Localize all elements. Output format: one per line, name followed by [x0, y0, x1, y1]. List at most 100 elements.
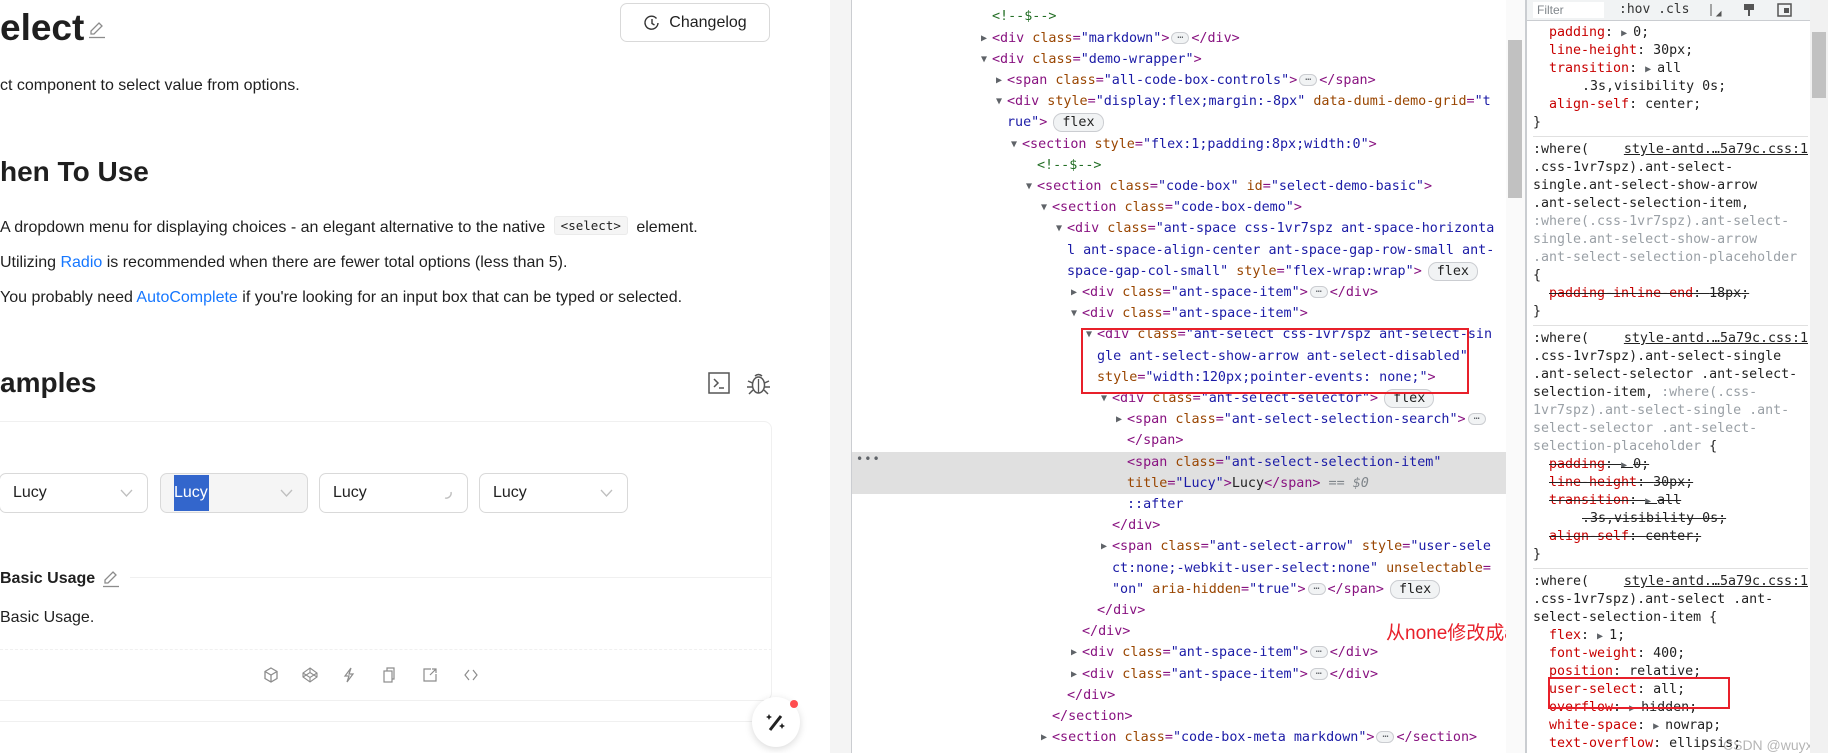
collapse-triangle-icon[interactable]: ▼	[981, 49, 987, 70]
dom-node-line[interactable]: </div>	[852, 685, 1506, 706]
expand-triangle-icon[interactable]: ▶	[1621, 460, 1633, 471]
dom-node-line[interactable]: ▶ <section class="code-box-meta markdown"…	[852, 727, 1506, 748]
external-link-icon[interactable]	[422, 667, 438, 683]
dom-node-line[interactable]: </span>	[852, 430, 1506, 451]
property-value[interactable]: center	[1645, 529, 1693, 544]
css-declaration[interactable]: padding: ▶ 0;	[1533, 456, 1808, 474]
more-actions-icon[interactable]: •••	[856, 449, 881, 470]
property-name[interactable]: align-self	[1549, 97, 1629, 112]
collapse-triangle-icon[interactable]: ▼	[996, 91, 1002, 112]
dom-node-line[interactable]: rue"> flex	[852, 112, 1506, 133]
property-name[interactable]: line-height	[1549, 43, 1637, 58]
dom-node-line[interactable]: ▶ <div class="ant-space-item">… </div>	[852, 664, 1506, 685]
property-value[interactable]: 30px	[1653, 43, 1685, 58]
dom-node-line[interactable]: <!--$-->	[852, 6, 1506, 27]
ellipsis-button[interactable]: …	[1309, 666, 1328, 680]
computed-styles-icon[interactable]	[1741, 3, 1757, 17]
property-value[interactable]: 18px	[1709, 286, 1741, 301]
dom-node-line[interactable]: ▼ <section class="code-box" id="select-de…	[852, 176, 1506, 197]
property-name[interactable]: transition	[1549, 61, 1629, 76]
styles-scrollbar[interactable]	[1810, 0, 1828, 753]
dom-node-line[interactable]: l ant-space-align-center ant-space-gap-r…	[852, 240, 1506, 261]
expand-triangle-icon[interactable]: ▶	[1645, 496, 1657, 507]
dom-node-line[interactable]: ::after	[852, 494, 1506, 515]
autocomplete-link[interactable]: AutoComplete	[136, 289, 237, 306]
property-value[interactable]: 0	[1633, 25, 1641, 40]
flex-badge[interactable]: flex	[1053, 113, 1104, 133]
property-name[interactable]: transition	[1549, 493, 1629, 508]
collapse-triangle-icon[interactable]: ▼	[1056, 218, 1062, 239]
ellipsis-button[interactable]: …	[1467, 412, 1486, 426]
scrollbar-thumb[interactable]	[1812, 32, 1826, 98]
source-link[interactable]: style-antd.…5a79c.css:1	[1624, 330, 1808, 348]
dom-node-line[interactable]: ct:none;-webkit-user-select:none" unsele…	[852, 558, 1506, 579]
terminal-icon[interactable]	[707, 371, 731, 395]
dom-node-line[interactable]: ▼ <div class="demo-wrapper">	[852, 49, 1506, 70]
css-declaration[interactable]: transition: ▶ all	[1533, 492, 1808, 510]
expand-triangle-icon[interactable]: ▶	[1645, 64, 1657, 75]
copy-icon[interactable]	[381, 667, 397, 683]
css-declaration[interactable]: align-self: center;	[1533, 96, 1808, 114]
filter-input[interactable]: Filter	[1533, 2, 1604, 18]
expand-triangle-icon[interactable]: ▶	[1071, 282, 1077, 303]
dom-node-line[interactable]: ▼ <section style="flex:1;padding:8px;widt…	[852, 134, 1506, 155]
property-value[interactable]: 30px	[1653, 475, 1685, 490]
collapse-triangle-icon[interactable]: ▼	[1011, 134, 1017, 155]
collapse-triangle-icon[interactable]: ▼	[1041, 197, 1047, 218]
ellipsis-button[interactable]: …	[1299, 73, 1318, 86]
dom-node-line[interactable]: ••• <span class="ant-select-selection-ite…	[852, 449, 1506, 473]
dom-node-line[interactable]: ▶ <div class="ant-space-item">… </div>	[852, 642, 1506, 663]
dom-node-line[interactable]: space-gap-col-small" style="flex-wrap:wr…	[852, 261, 1506, 282]
collapse-triangle-icon[interactable]: ▼	[1071, 303, 1077, 324]
elements-scrollbar[interactable]	[1506, 0, 1525, 753]
edit-icon[interactable]	[102, 570, 120, 588]
expand-triangle-icon[interactable]: ▶	[981, 28, 987, 49]
property-name[interactable]: font-weight	[1549, 646, 1637, 661]
edit-icon[interactable]	[88, 21, 106, 39]
source-link[interactable]: style-antd.…5a79c.css:1	[1624, 573, 1808, 591]
property-value[interactable]: all	[1657, 493, 1681, 508]
property-value[interactable]: nowrap	[1665, 718, 1713, 733]
source-link[interactable]: style-antd.…5a79c.css:1	[1624, 141, 1808, 159]
expand-triangle-icon[interactable]: ▶	[1071, 642, 1077, 663]
css-declaration[interactable]: transition: ▶ all	[1533, 60, 1808, 78]
ellipsis-button[interactable]: …	[1309, 645, 1328, 659]
expand-triangle-icon[interactable]: ▶	[1101, 536, 1107, 557]
css-declaration[interactable]: white-space: ▶ nowrap;	[1533, 717, 1808, 735]
css-declaration[interactable]: line-height: 30px;	[1533, 474, 1808, 492]
dom-node-line[interactable]: ▶ <span class="ant-select-selection-searc…	[852, 409, 1506, 430]
property-name[interactable]: line-height	[1549, 475, 1637, 490]
ellipsis-button[interactable]: …	[1171, 30, 1190, 44]
flex-badge[interactable]: flex	[1389, 579, 1441, 599]
dom-node-line[interactable]: ▶ <div class="ant-space-item">… </div>	[852, 282, 1506, 303]
dom-node-line[interactable]: </div>	[852, 515, 1506, 536]
expand-triangle-icon[interactable]: ▶	[1071, 664, 1077, 685]
property-name[interactable]: padding-inline-end	[1549, 286, 1693, 301]
expand-triangle-icon[interactable]: ▶	[1041, 727, 1047, 748]
select-loading[interactable]: Lucy	[319, 473, 468, 513]
radio-link[interactable]: Radio	[60, 254, 102, 271]
dom-node-line[interactable]: ▶ <span class="ant-select-arrow" style="u…	[852, 536, 1506, 557]
css-declaration[interactable]: padding: ▶ 0;	[1533, 24, 1808, 42]
select-default[interactable]: Lucy	[0, 473, 148, 513]
dom-node-line[interactable]: "on" aria-hidden="true">… </span> flex	[852, 579, 1506, 600]
expand-triangle-icon[interactable]: ▶	[1597, 631, 1609, 642]
property-value[interactable]: center	[1645, 97, 1693, 112]
changelog-button[interactable]: Changelog	[620, 3, 770, 42]
property-value[interactable]: all	[1657, 61, 1681, 76]
select-default[interactable]: Lucy	[479, 473, 628, 513]
dom-node-line[interactable]: ▼ <section class="code-box-demo">	[852, 197, 1506, 218]
property-value[interactable]: 0	[1633, 457, 1641, 472]
ellipsis-button[interactable]: …	[1376, 730, 1395, 744]
dom-node-line[interactable]: ▶ <div class="markdown">… </div>	[852, 28, 1506, 49]
property-name[interactable]: padding	[1549, 25, 1605, 40]
flex-badge[interactable]: flex	[1427, 261, 1478, 281]
property-name[interactable]: padding	[1549, 457, 1605, 472]
dom-node-line[interactable]: ▼ <div class="ant-space css-1vr7spz ant-s…	[852, 218, 1506, 239]
expand-triangle-icon[interactable]: ▶	[1621, 28, 1633, 39]
codesandbox-icon[interactable]	[263, 667, 279, 683]
dom-node-line[interactable]: title="Lucy">Lucy</span> == $0	[852, 472, 1506, 494]
dom-node-line[interactable]: ▼ <div style="display:flex;margin:-8px" d…	[852, 91, 1506, 112]
ellipsis-button[interactable]: …	[1307, 581, 1326, 595]
dom-node-line[interactable]: ▼ <div class="ant-space-item">	[852, 303, 1506, 324]
